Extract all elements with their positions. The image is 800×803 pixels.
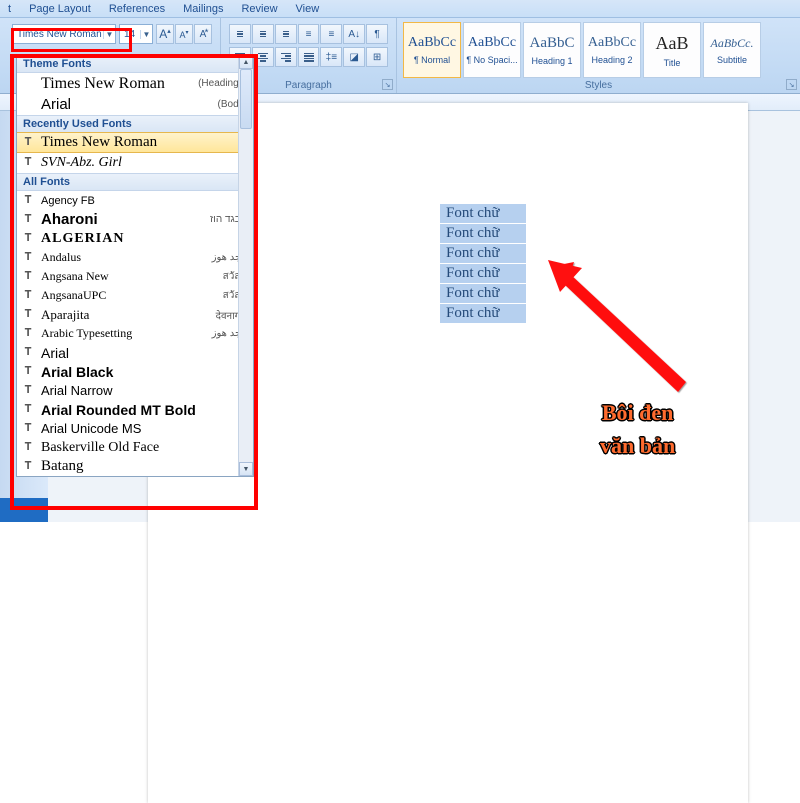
show-marks-button[interactable]: ¶	[366, 24, 388, 44]
font-type-icon: 𝐓	[21, 136, 35, 149]
font-option-recent[interactable]: 𝐓 SVN-Abz. Girl	[17, 152, 253, 173]
align-right-button[interactable]	[275, 47, 297, 67]
font-type-icon: 𝐓	[21, 460, 35, 473]
font-option[interactable]: 𝐓Baskerville Old Face	[17, 438, 253, 457]
font-option-theme-body[interactable]: Arial (Body)	[17, 94, 253, 115]
menu-page-layout[interactable]: Page Layout	[29, 3, 91, 15]
selected-line: Font chữ	[440, 224, 526, 243]
multilevel-list-button[interactable]	[275, 24, 297, 44]
sort-button[interactable]: A↓	[343, 24, 365, 44]
styles-dialog-launcher[interactable]: ↘	[786, 79, 797, 90]
bullets-button[interactable]	[229, 24, 251, 44]
selected-line: Font chữ	[440, 284, 526, 303]
font-option[interactable]: 𝐓Batang	[17, 457, 253, 476]
annotation-text: Bôi đen văn bản	[600, 396, 675, 462]
increase-indent-button[interactable]: ≡	[320, 24, 342, 44]
font-option[interactable]: 𝐓Arial Rounded MT Bold	[17, 400, 253, 419]
font-option[interactable]: 𝐓Andalusأبجد هوز	[17, 248, 253, 267]
shrink-font-button[interactable]: A▾	[175, 24, 193, 44]
style-normal[interactable]: AaBbCc ¶ Normal	[403, 22, 461, 78]
align-center-button[interactable]	[252, 47, 274, 67]
paragraph-dialog-launcher[interactable]: ↘	[382, 79, 393, 90]
menu-references[interactable]: References	[109, 3, 165, 15]
font-option[interactable]: 𝐓Agency FB	[17, 191, 253, 210]
justify-button[interactable]	[298, 47, 320, 67]
font-option[interactable]: 𝐓Arabic Typesettingأبجد هوز	[17, 324, 253, 343]
font-type-icon: 𝐓	[21, 251, 35, 264]
font-type-icon: 𝐓	[21, 232, 35, 245]
style-title[interactable]: AaB Title	[643, 22, 701, 78]
menu-bar: t Page Layout References Mailings Review…	[0, 0, 800, 18]
chevron-down-icon[interactable]: ▼	[140, 30, 152, 39]
line-spacing-button[interactable]: ‡≡	[320, 47, 342, 67]
status-bar-fragment	[0, 498, 48, 522]
font-size-combo[interactable]: 14 ▼	[119, 24, 153, 44]
font-type-icon: 𝐓	[21, 422, 35, 435]
style-heading-1[interactable]: AaBbC Heading 1	[523, 22, 581, 78]
font-type-icon: 𝐓	[21, 289, 35, 302]
decrease-indent-button[interactable]: ≡	[298, 24, 320, 44]
font-type-icon: 𝐓	[21, 213, 35, 226]
font-option[interactable]: 𝐓Angsana Newสวัสดี	[17, 267, 253, 286]
font-dropdown-panel: Theme Fonts Times New Roman (Headings) A…	[16, 54, 254, 477]
clear-formatting-button[interactable]: A⃰	[194, 24, 212, 44]
menu-view[interactable]: View	[296, 3, 320, 15]
font-option[interactable]: 𝐓Arial Black	[17, 362, 253, 381]
numbering-button[interactable]	[252, 24, 274, 44]
style-heading-2[interactable]: AaBbCc Heading 2	[583, 22, 641, 78]
style-no-spacing[interactable]: AaBbCc ¶ No Spaci...	[463, 22, 521, 78]
styles-group: AaBbCc ¶ Normal AaBbCc ¶ No Spaci... AaB…	[396, 18, 800, 93]
font-type-icon: 𝐓	[21, 384, 35, 397]
font-type-icon: 𝐓	[21, 403, 35, 416]
style-subtitle[interactable]: AaBbCc. Subtitle	[703, 22, 761, 78]
font-option[interactable]: 𝐓Arial	[17, 343, 253, 362]
styles-gallery: AaBbCc ¶ Normal AaBbCc ¶ No Spaci... AaB…	[403, 22, 794, 78]
chevron-down-icon[interactable]: ▼	[103, 30, 115, 39]
borders-button[interactable]: ⊞	[366, 47, 388, 67]
font-type-icon: 𝐓	[21, 194, 35, 207]
font-option[interactable]: 𝐓Arial Narrow	[17, 381, 253, 400]
dropdown-section-theme: Theme Fonts	[17, 55, 253, 73]
styles-group-label: Styles	[397, 80, 800, 91]
font-type-icon: 𝐓	[21, 156, 35, 169]
font-type-icon: 𝐓	[21, 346, 35, 359]
font-name-value: Times New Roman	[13, 29, 103, 40]
font-type-icon: 𝐓	[21, 327, 35, 340]
grow-font-button[interactable]: A▴	[156, 24, 174, 44]
selected-line: Font chữ	[440, 244, 526, 263]
scroll-thumb[interactable]	[240, 69, 252, 129]
selected-line: Font chữ	[440, 264, 526, 283]
font-name-combo[interactable]: Times New Roman ▼	[12, 24, 116, 44]
font-type-icon: 𝐓	[21, 441, 35, 454]
menu-tab-fragment[interactable]: t	[8, 3, 11, 15]
dropdown-scrollbar[interactable]: ▲ ▼	[238, 55, 253, 476]
font-option[interactable]: 𝐓ALGERIAN	[17, 229, 253, 248]
font-option[interactable]: 𝐓Arial Unicode MS	[17, 419, 253, 438]
selected-line: Font chữ	[440, 304, 526, 323]
font-option[interactable]: 𝐓Aharoniאבגד הוז	[17, 210, 253, 229]
scroll-up-icon[interactable]: ▲	[239, 55, 253, 69]
selected-text-block[interactable]: Font chữ Font chữ Font chữ Font chữ Font…	[440, 204, 526, 324]
dropdown-section-all: All Fonts	[17, 173, 253, 191]
font-option[interactable]: 𝐓AngsanaUPCสวัสดี	[17, 286, 253, 305]
font-type-icon: 𝐓	[21, 270, 35, 283]
scroll-down-icon[interactable]: ▼	[239, 462, 253, 476]
font-type-icon: 𝐓	[21, 308, 35, 321]
font-type-icon: 𝐓	[21, 365, 35, 378]
dropdown-section-recent: Recently Used Fonts	[17, 115, 253, 133]
menu-review[interactable]: Review	[241, 3, 277, 15]
selected-line: Font chữ	[440, 204, 526, 223]
font-option[interactable]: 𝐓Aparajitaदेवनागरी	[17, 305, 253, 324]
shading-button[interactable]: ◪	[343, 47, 365, 67]
menu-mailings[interactable]: Mailings	[183, 3, 223, 15]
font-option-recent-selected[interactable]: 𝐓 Times New Roman	[16, 132, 254, 153]
font-option-theme-headings[interactable]: Times New Roman (Headings)	[17, 73, 253, 94]
font-size-value: 14	[120, 29, 140, 40]
